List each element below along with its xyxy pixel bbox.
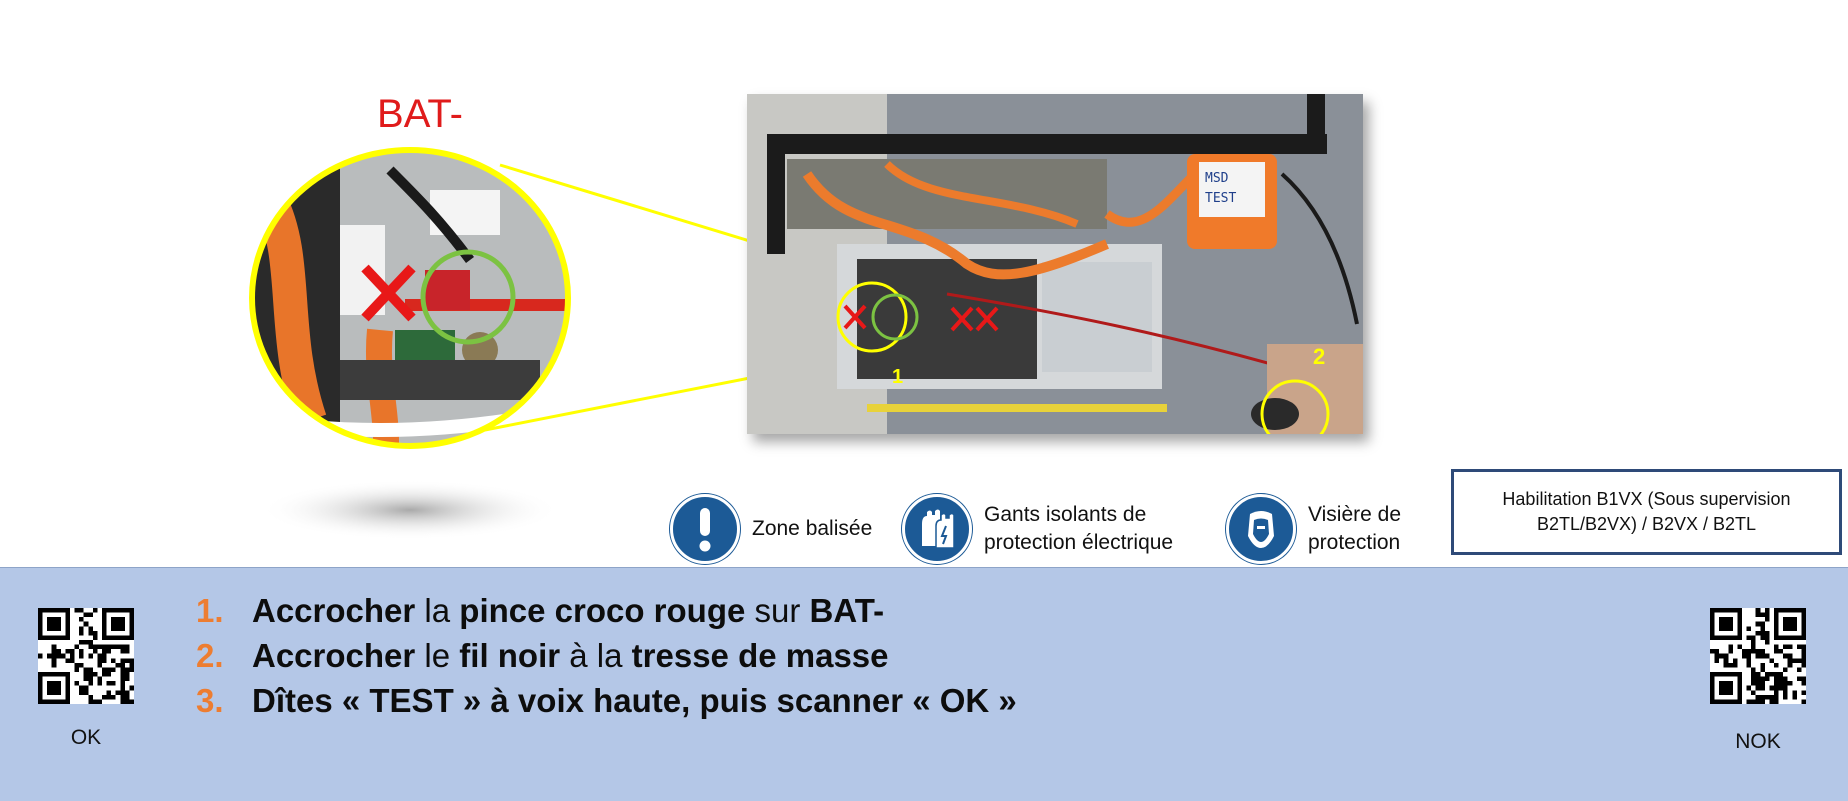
exclamation-icon bbox=[670, 494, 740, 564]
step-3: 3. Dîtes « TEST » à voix haute, puis scan… bbox=[196, 678, 1017, 723]
habilitation-box: Habilitation B1VX (Sous supervision B2TL… bbox=[1451, 469, 1842, 555]
step-text: Dîtes « TEST » à voix haute, puis scanne… bbox=[252, 682, 1017, 719]
step-number: 3. bbox=[196, 682, 224, 719]
step-1: 1. Accrocher la pince croco rouge sur BAT… bbox=[196, 588, 1017, 633]
photo-label-1: 1 bbox=[892, 366, 904, 388]
step-text: pince croco rouge bbox=[459, 592, 746, 629]
ppe-gloves: Gants isolants de protection électrique bbox=[902, 494, 1173, 564]
steps-list: 1. Accrocher la pince croco rouge sur BAT… bbox=[196, 588, 1017, 723]
step-2: 2. Accrocher le fil noir à la tresse de m… bbox=[196, 633, 1017, 678]
instruction-panel: OK 1. Accrocher la pince croco rouge sur … bbox=[0, 567, 1848, 801]
ppe-visor-label-line2: protection bbox=[1308, 531, 1401, 554]
step-number: 2. bbox=[196, 637, 224, 674]
step-text: BAT- bbox=[809, 592, 885, 629]
qr-code-ok[interactable] bbox=[38, 608, 134, 704]
battery-photo-drawing: MSD TEST bbox=[747, 94, 1363, 434]
ppe-visor-label-line1: Visière de bbox=[1308, 502, 1402, 526]
ppe-gloves-label-line1: Gants isolants de bbox=[984, 502, 1147, 526]
step-text: la bbox=[415, 592, 460, 629]
step-number: 1. bbox=[196, 592, 224, 629]
insulated-gloves-icon bbox=[902, 494, 972, 564]
ppe-zone-label: Zone balisée bbox=[752, 516, 873, 540]
svg-text:TEST: TEST bbox=[1205, 191, 1236, 206]
photo-label-2: 2 bbox=[1313, 344, 1326, 369]
qr-nok-label: NOK bbox=[1735, 730, 1781, 753]
step-text: fil noir bbox=[459, 637, 561, 674]
habilitation-line1: Habilitation B1VX (Sous supervision bbox=[1502, 488, 1791, 509]
step-text: tresse de masse bbox=[631, 637, 889, 674]
step-text: Accrocher bbox=[252, 592, 416, 629]
qr-code-nok[interactable] bbox=[1710, 608, 1806, 704]
face-visor-icon bbox=[1226, 494, 1296, 564]
ppe-gloves-label-line2: protection électrique bbox=[984, 531, 1174, 554]
step-text: Accrocher bbox=[252, 637, 416, 674]
svg-text:MSD: MSD bbox=[1205, 171, 1229, 186]
qr-ok-label: OK bbox=[70, 726, 102, 749]
ppe-zone-balisee: Zone balisée bbox=[670, 494, 872, 564]
battery-photo: MSD TEST 1 2 bbox=[747, 94, 1363, 434]
bat-minus-title: BAT- bbox=[377, 92, 463, 136]
step-text: le bbox=[415, 637, 460, 674]
circle-shadow bbox=[260, 480, 560, 540]
ppe-visor: Visière de protection bbox=[1226, 494, 1401, 564]
step-text: à la bbox=[560, 637, 632, 674]
habilitation-line2: B2TL/B2VX) / B2VX / B2TL bbox=[1536, 514, 1757, 534]
step-text: sur bbox=[745, 592, 810, 629]
